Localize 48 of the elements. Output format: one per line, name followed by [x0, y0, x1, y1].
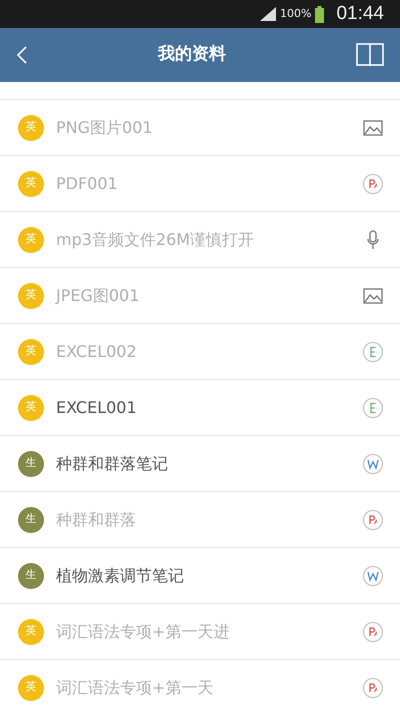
file-row[interactable]: 生 植物激素调节笔记: [0, 548, 400, 604]
file-name: mp3音频文件26M谨慎打开: [56, 228, 256, 250]
battery-icon: [315, 6, 324, 22]
file-name: 种群和群落笔记: [56, 452, 169, 474]
file-row[interactable]: 英 JPEG图001: [0, 268, 400, 324]
excel-icon: [362, 396, 384, 418]
clock: 01:44: [336, 2, 384, 26]
pdf-icon: [362, 676, 384, 698]
subject-badge: 生: [18, 450, 44, 476]
subject-badge: 英: [18, 282, 44, 308]
file-name: PNG图片001: [56, 116, 154, 138]
file-row[interactable]: 英 PDF001: [0, 156, 400, 212]
file-row[interactable]: 英 mp3音频文件26M谨慎打开: [0, 212, 400, 268]
file-row[interactable]: 英 EXCEL002: [0, 324, 400, 380]
book-button[interactable]: [356, 43, 384, 67]
file-row[interactable]: 英 词汇语法专项+第一天进: [0, 604, 400, 660]
subject-badge: 英: [18, 394, 44, 420]
subject-badge: 英: [18, 226, 44, 252]
subject-badge: 英: [18, 338, 44, 364]
subject-badge: 生: [18, 506, 44, 532]
subject-badge: 英: [18, 170, 44, 196]
excel-icon: [362, 340, 384, 362]
file-row[interactable]: 英 PNG图片001: [0, 100, 400, 156]
pdf-icon: [362, 508, 384, 530]
file-name: 词汇语法专项+第一天进: [56, 620, 230, 642]
file-name: EXCEL001: [56, 396, 138, 418]
file-name: 植物激素调节笔记: [56, 564, 185, 586]
word-icon: [362, 564, 384, 586]
pdf-icon: [362, 172, 384, 194]
back-button[interactable]: [16, 45, 28, 65]
signal-icon: [260, 7, 276, 21]
file-row[interactable]: 英 EXCEL001: [0, 380, 400, 436]
file-row[interactable]: 生 种群和群落笔记: [0, 436, 400, 492]
file-name: 种群和群落: [56, 508, 137, 530]
page-title: 我的资料: [158, 43, 226, 66]
subject-badge: 英: [18, 114, 44, 140]
subject-badge: 英: [18, 618, 44, 644]
subject-badge: 英: [18, 674, 44, 700]
file-row[interactable]: 英 词汇语法专项+第一天: [0, 660, 400, 710]
file-name: PDF001: [56, 172, 119, 194]
word-icon: [362, 452, 384, 474]
file-name: 词汇语法专项+第一天: [56, 676, 214, 698]
file-name: EXCEL002: [56, 340, 138, 362]
file-name: JPEG图001: [56, 284, 140, 306]
subject-badge: 生: [18, 562, 44, 588]
file-row[interactable]: 生 种群和群落: [0, 492, 400, 548]
battery-percent: 100%: [280, 6, 312, 22]
pdf-icon: [362, 620, 384, 642]
